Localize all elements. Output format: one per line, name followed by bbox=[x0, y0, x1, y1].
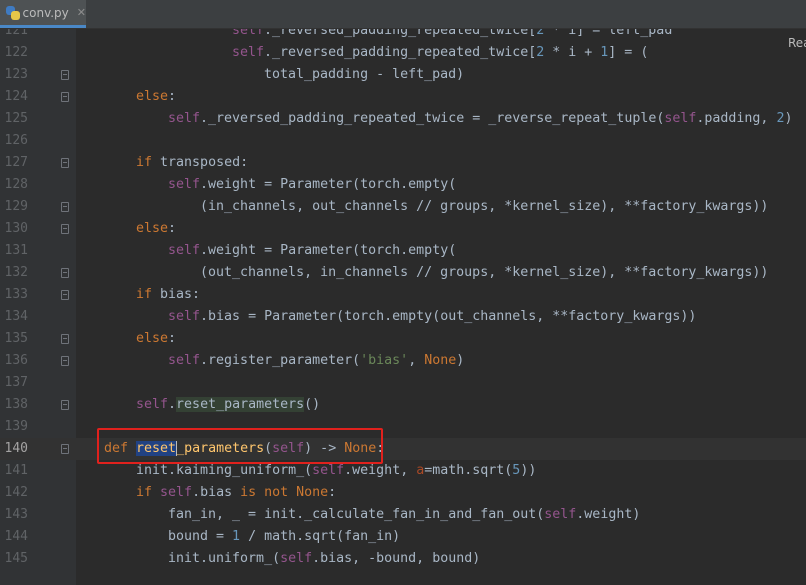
line-number: 139 bbox=[4, 419, 28, 434]
python-file-icon bbox=[6, 5, 20, 20]
code-line[interactable]: 121 self._reversed_padding_repeated_twice… bbox=[0, 29, 806, 42]
code-text: else: bbox=[136, 331, 177, 346]
code-text: self._reversed_padding_repeated_twice[2 … bbox=[232, 45, 649, 60]
code-text: if transposed: bbox=[136, 155, 249, 170]
line-number: 134 bbox=[4, 309, 28, 324]
fold-icon[interactable] bbox=[61, 70, 69, 80]
fold-icon[interactable] bbox=[61, 158, 69, 168]
line-number: 136 bbox=[4, 353, 28, 368]
tab-filename: conv.py bbox=[22, 5, 69, 20]
line-number: 132 bbox=[4, 265, 28, 280]
line-number: 124 bbox=[4, 89, 28, 104]
fold-icon[interactable] bbox=[61, 224, 69, 234]
line-number: 143 bbox=[4, 507, 28, 522]
code-text: self._reversed_padding_repeated_twice[2 … bbox=[232, 29, 673, 38]
code-line[interactable]: 134 self.bias = Parameter(torch.empty(out… bbox=[0, 306, 806, 328]
code-line[interactable]: 129 (in_channels, out_channels // groups,… bbox=[0, 196, 806, 218]
fold-icon[interactable] bbox=[61, 334, 69, 344]
fold-icon[interactable] bbox=[61, 444, 69, 454]
code-line[interactable]: 132 (out_channels, in_channels // groups,… bbox=[0, 262, 806, 284]
line-number: 121 bbox=[4, 29, 28, 38]
code-text: else: bbox=[136, 221, 177, 236]
code-line[interactable]: 124 else: bbox=[0, 86, 806, 108]
code-text: if bias: bbox=[136, 287, 201, 302]
fold-icon[interactable] bbox=[61, 268, 69, 278]
line-number: 123 bbox=[4, 67, 28, 82]
line-number: 135 bbox=[4, 331, 28, 346]
fold-icon[interactable] bbox=[61, 202, 69, 212]
code-line[interactable]: 142 if self.bias is not None: bbox=[0, 482, 806, 504]
tab-conv-py[interactable]: conv.py ✕ bbox=[0, 0, 86, 28]
code-line[interactable]: 130 else: bbox=[0, 218, 806, 240]
code-line[interactable]: 128 self.weight = Parameter(torch.empty( bbox=[0, 174, 806, 196]
code-line[interactable]: 131 self.weight = Parameter(torch.empty( bbox=[0, 240, 806, 262]
fold-icon[interactable] bbox=[61, 356, 69, 366]
code-line[interactable]: 138 self.reset_parameters() bbox=[0, 394, 806, 416]
code-line[interactable]: 137 bbox=[0, 372, 806, 394]
highlight-annotation-box bbox=[97, 428, 383, 464]
code-text: self.bias = Parameter(torch.empty(out_ch… bbox=[168, 309, 697, 324]
code-text: init.uniform_(self.bias, -bound, bound) bbox=[168, 551, 481, 566]
code-editor[interactable]: 121 self._reversed_padding_repeated_twice… bbox=[0, 29, 806, 585]
close-icon[interactable]: ✕ bbox=[77, 6, 86, 19]
line-number: 145 bbox=[4, 551, 28, 566]
code-line[interactable]: 136 self.register_parameter('bias', None) bbox=[0, 350, 806, 372]
line-number: 126 bbox=[4, 133, 28, 148]
line-number: 141 bbox=[4, 463, 28, 478]
line-number: 137 bbox=[4, 375, 28, 390]
code-text: self.register_parameter('bias', None) bbox=[168, 353, 465, 368]
code-text: (out_channels, in_channels // groups, *k… bbox=[200, 265, 769, 280]
code-line[interactable]: 123 total_padding - left_pad) bbox=[0, 64, 806, 86]
fold-icon[interactable] bbox=[61, 290, 69, 300]
fold-icon[interactable] bbox=[61, 92, 69, 102]
code-line[interactable]: 127 if transposed: bbox=[0, 152, 806, 174]
editor-tab-bar: conv.py ✕ bbox=[0, 0, 806, 29]
code-text: self.weight = Parameter(torch.empty( bbox=[168, 243, 457, 258]
line-number: 144 bbox=[4, 529, 28, 544]
code-text: bound = 1 / math.sqrt(fan_in) bbox=[168, 529, 401, 544]
line-number: 122 bbox=[4, 45, 28, 60]
line-number: 138 bbox=[4, 397, 28, 412]
code-text: (in_channels, out_channels // groups, *k… bbox=[200, 199, 769, 214]
code-line[interactable]: 125 self._reversed_padding_repeated_twice… bbox=[0, 108, 806, 130]
line-number: 142 bbox=[4, 485, 28, 500]
code-line[interactable]: 126 bbox=[0, 130, 806, 152]
code-text: else: bbox=[136, 89, 177, 104]
line-number: 129 bbox=[4, 199, 28, 214]
line-number: 133 bbox=[4, 287, 28, 302]
code-text: self.weight = Parameter(torch.empty( bbox=[168, 177, 457, 192]
code-line[interactable]: 133 if bias: bbox=[0, 284, 806, 306]
line-number: 127 bbox=[4, 155, 28, 170]
line-number: 128 bbox=[4, 177, 28, 192]
code-line[interactable]: 135 else: bbox=[0, 328, 806, 350]
code-text: total_padding - left_pad) bbox=[264, 67, 465, 82]
line-number: 140 bbox=[4, 441, 28, 456]
code-line[interactable]: 122 self._reversed_padding_repeated_twice… bbox=[0, 42, 806, 64]
line-number: 125 bbox=[4, 111, 28, 126]
code-text: fan_in, _ = init._calculate_fan_in_and_f… bbox=[168, 507, 641, 522]
code-text: self._reversed_padding_repeated_twice = … bbox=[168, 111, 793, 126]
code-line[interactable]: 145 init.uniform_(self.bias, -bound, boun… bbox=[0, 548, 806, 570]
code-text: self.reset_parameters() bbox=[136, 397, 321, 412]
line-number: 130 bbox=[4, 221, 28, 236]
fold-icon[interactable] bbox=[61, 400, 69, 410]
code-text: if self.bias is not None: bbox=[136, 485, 337, 500]
code-line[interactable]: 144 bound = 1 / math.sqrt(fan_in) bbox=[0, 526, 806, 548]
code-line[interactable]: 143 fan_in, _ = init._calculate_fan_in_an… bbox=[0, 504, 806, 526]
line-number: 131 bbox=[4, 243, 28, 258]
